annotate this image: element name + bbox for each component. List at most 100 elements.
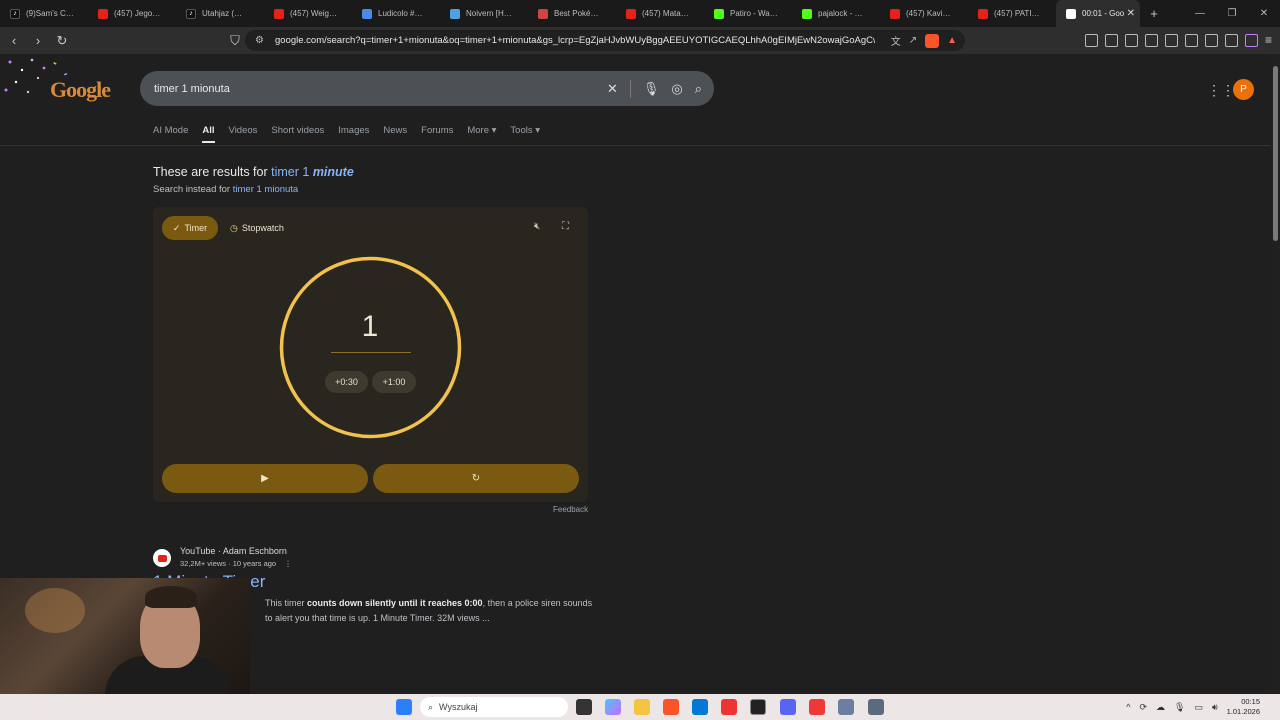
search-icon: ⌕ bbox=[428, 701, 434, 712]
close-tab-icon[interactable]: ✕ bbox=[1127, 8, 1135, 19]
stopwatch-mode-chip[interactable]: ◷ Stopwatch bbox=[230, 216, 284, 240]
add-30-seconds-button[interactable]: +0:30 bbox=[325, 371, 368, 393]
search-icon[interactable]: ⌕ bbox=[695, 81, 702, 97]
brave-rewards-icon[interactable]: ▲ bbox=[947, 35, 957, 46]
timer-display[interactable]: 1 bbox=[329, 310, 411, 344]
corrected-query-link[interactable]: timer 1 minute bbox=[271, 165, 354, 179]
more-options-icon[interactable]: ⋮ bbox=[284, 559, 292, 568]
tab-images[interactable]: Images bbox=[338, 125, 369, 143]
page-scrollbar[interactable] bbox=[1270, 54, 1280, 694]
discord-icon[interactable] bbox=[780, 699, 796, 715]
cloud-icon[interactable]: ☁ bbox=[1156, 702, 1165, 713]
file-explorer-icon[interactable] bbox=[634, 699, 650, 715]
reload-icon[interactable]: ↻ bbox=[52, 31, 72, 51]
sidebar-icon[interactable] bbox=[1164, 33, 1178, 47]
share-icon[interactable]: ↗ bbox=[909, 35, 917, 46]
browser-tab[interactable]: (457) Weighing bbox=[264, 0, 352, 27]
mute-icon[interactable]: 🔇︎ bbox=[534, 221, 540, 232]
window-controls: — ❐ ✕ bbox=[1184, 0, 1280, 27]
puzzle-icon[interactable] bbox=[1104, 33, 1118, 47]
tab-all[interactable]: All bbox=[202, 125, 215, 143]
site-info-icon[interactable]: ⚙ bbox=[255, 35, 269, 46]
browser-tab[interactable]: (457) PATIRO Z bbox=[968, 0, 1056, 27]
app-icon[interactable] bbox=[721, 699, 737, 715]
copilot-icon[interactable] bbox=[605, 699, 621, 715]
browser-tab[interactable]: Ludicolo #37 P bbox=[352, 0, 440, 27]
wallet-icon[interactable] bbox=[1184, 33, 1198, 47]
browser-tab[interactable]: (457) Mata - Po bbox=[616, 0, 704, 27]
avatar[interactable]: P bbox=[1233, 79, 1254, 100]
tab-ai-mode[interactable]: AI Mode bbox=[153, 125, 188, 143]
store-icon[interactable] bbox=[692, 699, 708, 715]
clock-icon: ◷ bbox=[230, 222, 238, 233]
youtube-icon bbox=[890, 8, 900, 19]
extension-icon[interactable] bbox=[1124, 33, 1138, 47]
extension-icon[interactable] bbox=[1084, 33, 1098, 47]
brave-shields-icon[interactable] bbox=[925, 33, 940, 48]
leo-icon[interactable] bbox=[1204, 33, 1218, 47]
tab-tools[interactable]: Tools ▾ bbox=[510, 125, 540, 143]
chevron-up-icon[interactable]: ^ bbox=[1126, 702, 1130, 712]
translate-icon[interactable]: 文 bbox=[891, 33, 901, 48]
browser-tab[interactable]: pajalock - Watc bbox=[792, 0, 880, 27]
browser-tab[interactable]: Noivern [Holo] bbox=[440, 0, 528, 27]
media-icon[interactable] bbox=[1144, 33, 1158, 47]
youtube-icon bbox=[98, 8, 108, 19]
restore-icon[interactable]: ❐ bbox=[1216, 8, 1248, 19]
browser-tab[interactable]: ♪Utahjaz (@utah bbox=[176, 0, 264, 27]
browser-tab-active[interactable]: 00:01 - Goo ✕ bbox=[1056, 0, 1140, 27]
address-url[interactable]: google.com/search?q=timer+1+mionuta&oq=t… bbox=[275, 35, 875, 46]
windows-start-icon[interactable] bbox=[396, 699, 412, 715]
browser-tab[interactable]: (457) Jego karty bbox=[88, 0, 176, 27]
search-box[interactable]: timer 1 mionuta ✕ 🎙︎ ◎ ⌕ bbox=[140, 71, 714, 106]
microphone-icon[interactable]: 🎙︎ bbox=[643, 81, 660, 97]
close-window-icon[interactable]: ✕ bbox=[1248, 8, 1280, 19]
battery-icon[interactable]: ▭ bbox=[1194, 702, 1203, 713]
browser-tab[interactable]: ♪(9)Sam's Club F bbox=[0, 0, 88, 27]
taskbar-clock[interactable]: 00:15 1.01.2026 bbox=[1227, 697, 1260, 717]
profile-icon[interactable] bbox=[1244, 33, 1258, 47]
calculator-icon[interactable] bbox=[838, 699, 854, 715]
browser-tab[interactable]: Best Pokémon bbox=[528, 0, 616, 27]
forward-icon[interactable]: › bbox=[28, 31, 48, 51]
youtube-icon bbox=[274, 8, 284, 19]
search-input[interactable]: timer 1 mionuta bbox=[154, 83, 230, 95]
start-button[interactable]: ▶ bbox=[162, 464, 368, 493]
kick-icon bbox=[802, 8, 812, 19]
feedback-link[interactable]: Feedback bbox=[553, 505, 588, 514]
vpn-icon[interactable] bbox=[1224, 33, 1238, 47]
tab-videos[interactable]: Videos bbox=[229, 125, 258, 143]
result-source[interactable]: YouTube · Adam Eschborn bbox=[180, 546, 287, 556]
sync-icon[interactable]: ⟳ bbox=[1139, 702, 1147, 713]
browser-tab[interactable]: (457) Kavinsky bbox=[880, 0, 968, 27]
taskbar-search[interactable]: ⌕ Wyszukaj bbox=[420, 697, 568, 717]
browser-tab[interactable]: Patiro - Watch bbox=[704, 0, 792, 27]
timer-mode-chip[interactable]: ✓ Timer bbox=[162, 216, 218, 240]
address-bar[interactable]: ⚙ google.com/search?q=timer+1+mionuta&oq… bbox=[245, 30, 965, 51]
back-icon[interactable]: ‹ bbox=[4, 31, 24, 51]
original-query-link[interactable]: timer 1 mionuta bbox=[233, 184, 298, 195]
tab-forums[interactable]: Forums bbox=[421, 125, 453, 143]
obs-icon[interactable] bbox=[750, 699, 766, 715]
scrollbar-thumb[interactable] bbox=[1273, 66, 1278, 241]
new-tab-button[interactable]: + bbox=[1140, 6, 1168, 21]
google-logo[interactable]: Google bbox=[50, 77, 111, 103]
brave-icon[interactable] bbox=[663, 699, 679, 715]
minimize-icon[interactable]: — bbox=[1184, 8, 1216, 19]
add-1-minute-button[interactable]: +1:00 bbox=[372, 371, 416, 393]
reset-button[interactable]: ↻ bbox=[373, 464, 579, 493]
tab-short-videos[interactable]: Short videos bbox=[271, 125, 324, 143]
menu-icon[interactable]: ≡ bbox=[1265, 33, 1272, 47]
tab-news[interactable]: News bbox=[383, 125, 407, 143]
fullscreen-icon[interactable]: ⛶ bbox=[562, 221, 569, 232]
tab-more[interactable]: More ▾ bbox=[467, 125, 496, 143]
settings-icon[interactable] bbox=[868, 699, 884, 715]
youtube-icon bbox=[626, 8, 636, 19]
lens-icon[interactable]: ◎ bbox=[671, 81, 682, 97]
microphone-icon[interactable]: 🎙︎ bbox=[1174, 702, 1185, 713]
bookmark-icon[interactable]: ⛉ bbox=[225, 31, 245, 51]
task-view-icon[interactable] bbox=[576, 699, 592, 715]
volume-icon[interactable]: 🔊︎ bbox=[1212, 702, 1218, 713]
vivaldi-icon[interactable] bbox=[809, 699, 825, 715]
clear-icon[interactable]: ✕ bbox=[607, 81, 618, 97]
